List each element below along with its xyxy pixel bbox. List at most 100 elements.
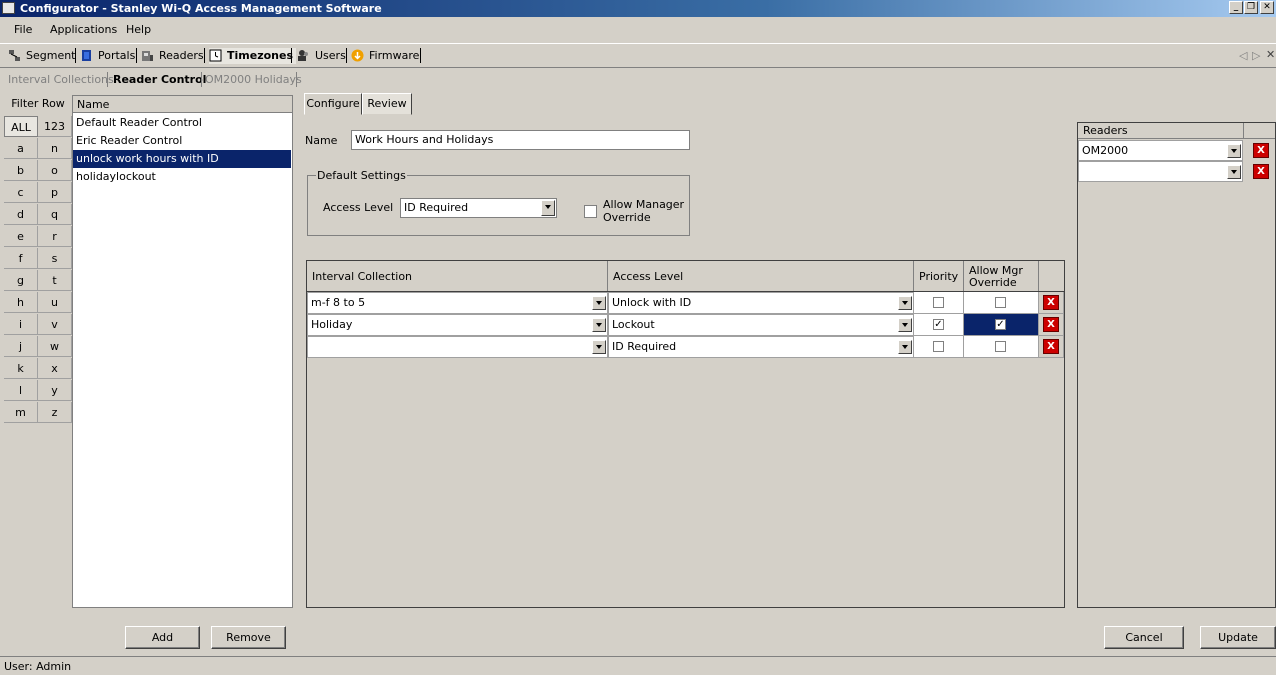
list-item[interactable]: Eric Reader Control (73, 132, 291, 150)
allow-manager-label: Allow Manager (603, 198, 685, 211)
filter-letter-button[interactable]: z (38, 402, 72, 423)
list-item[interactable]: Default Reader Control (73, 114, 291, 132)
toolbar-segment[interactable]: Segment (8, 48, 76, 64)
interval-collection-select[interactable] (307, 336, 608, 358)
scroll-left-icon[interactable]: ◁ (1239, 49, 1247, 62)
filter-letter-button[interactable]: p (38, 182, 72, 203)
filter-letter-button[interactable]: t (38, 270, 72, 291)
toolbar-timezones[interactable]: Timezones (209, 48, 296, 64)
filter-letter-button[interactable]: e (4, 226, 38, 247)
toolbar-portals[interactable]: Portals (80, 48, 135, 64)
allow-mgr-override-checkbox[interactable]: ✓ (995, 319, 1006, 330)
update-button[interactable]: Update (1200, 626, 1276, 649)
filter-letter-button[interactable]: b (4, 160, 38, 181)
filter-letter-button[interactable]: c (4, 182, 38, 203)
header-interval-collection[interactable]: Interval Collection (307, 261, 608, 291)
priority-checkbox[interactable]: ✓ (933, 319, 944, 330)
cancel-button[interactable]: Cancel (1104, 626, 1184, 649)
toolbar-firmware[interactable]: Firmware (351, 48, 419, 64)
filter-letter-button[interactable]: x (38, 358, 72, 379)
dropdown-arrow-icon[interactable] (898, 340, 912, 354)
allow-manager-label: Override (603, 211, 651, 224)
access-level-select[interactable]: Unlock with ID (608, 292, 914, 314)
menu-applications[interactable]: Applications (50, 23, 117, 36)
dropdown-arrow-icon[interactable] (592, 318, 606, 332)
delete-row-icon[interactable]: X (1043, 295, 1059, 310)
interval-collection-select[interactable]: Holiday (307, 314, 608, 336)
dropdown-arrow-icon[interactable] (592, 296, 606, 310)
filter-letter-button[interactable]: h (4, 292, 38, 313)
delete-row-icon[interactable]: X (1043, 317, 1059, 332)
filter-letter-button[interactable]: j (4, 336, 38, 357)
list-item[interactable]: unlock work hours with ID (73, 150, 291, 168)
access-level-select[interactable]: ID Required (608, 336, 914, 358)
filter-all-button[interactable]: ALL (4, 116, 38, 137)
list-item[interactable]: holidaylockout (73, 168, 291, 186)
portal-icon (82, 50, 91, 61)
tab-reader-control[interactable]: Reader Control (113, 73, 206, 86)
filter-letter-button[interactable]: m (4, 402, 38, 423)
app-icon (2, 2, 15, 14)
close-icon[interactable]: ✕ (1260, 1, 1274, 14)
dropdown-arrow-icon[interactable] (541, 200, 555, 216)
tab-configure[interactable]: Configure (304, 93, 362, 115)
delete-reader-icon[interactable]: X (1253, 164, 1269, 179)
filter-letter-button[interactable]: s (38, 248, 72, 269)
header-access-level[interactable]: Access Level (608, 261, 914, 291)
toolbar-users[interactable]: Users (297, 48, 346, 64)
access-level-value: Unlock with ID (612, 296, 692, 309)
reader-select[interactable] (1078, 161, 1243, 182)
filter-letter-button[interactable]: v (38, 314, 72, 335)
menu-help[interactable]: Help (126, 23, 151, 36)
filter-123-button[interactable]: 123 (38, 116, 72, 137)
allow-manager-override-checkbox[interactable] (584, 205, 597, 218)
name-input[interactable]: Work Hours and Holidays (351, 130, 690, 150)
dropdown-arrow-icon[interactable] (1227, 165, 1241, 179)
filter-letter-button[interactable]: y (38, 380, 72, 401)
filter-letter-button[interactable]: g (4, 270, 38, 291)
add-button[interactable]: Add (125, 626, 200, 649)
minimize-icon[interactable]: _ (1229, 1, 1243, 14)
filter-letter-button[interactable]: w (38, 336, 72, 357)
filter-letter-button[interactable]: n (38, 138, 72, 159)
filter-letter-button[interactable]: u (38, 292, 72, 313)
filter-letter-button[interactable]: f (4, 248, 38, 269)
priority-checkbox[interactable] (933, 297, 944, 308)
interval-collection-select[interactable]: m-f 8 to 5 (307, 292, 608, 314)
tab-review[interactable]: Review (362, 93, 412, 115)
close-tab-icon[interactable]: ✕ (1266, 48, 1275, 61)
filter-letter-button[interactable]: i (4, 314, 38, 335)
access-level-select[interactable]: Lockout (608, 314, 914, 336)
allow-mgr-override-checkbox[interactable] (995, 341, 1006, 352)
access-level-select[interactable]: ID Required (400, 198, 557, 218)
allow-mgr-override-checkbox[interactable] (995, 297, 1006, 308)
filter-letter-button[interactable]: r (38, 226, 72, 247)
delete-reader-icon[interactable]: X (1253, 143, 1269, 158)
priority-checkbox[interactable] (933, 341, 944, 352)
restore-icon[interactable]: ❐ (1244, 1, 1258, 14)
delete-row-icon[interactable]: X (1043, 339, 1059, 354)
tab-om2000-holidays[interactable]: OM2000 Holidays (205, 73, 302, 86)
list-name-header[interactable]: Name (73, 96, 292, 113)
dropdown-arrow-icon[interactable] (898, 296, 912, 310)
reader-row: X (1078, 161, 1275, 182)
toolbar-divider (204, 48, 205, 63)
reader-select[interactable]: OM2000 (1078, 140, 1243, 161)
remove-button[interactable]: Remove (211, 626, 286, 649)
filter-letter-button[interactable]: a (4, 138, 38, 159)
header-priority[interactable]: Priority (914, 261, 964, 291)
header-allow-mgr-override[interactable]: Allow Mgr Override (964, 261, 1039, 291)
scroll-right-icon[interactable]: ▷ (1252, 49, 1260, 62)
toolbar-readers[interactable]: Readers (141, 48, 204, 64)
filter-letter-button[interactable]: q (38, 204, 72, 225)
dropdown-arrow-icon[interactable] (1227, 144, 1241, 158)
dropdown-arrow-icon[interactable] (592, 340, 606, 354)
filter-letter-button[interactable]: k (4, 358, 38, 379)
readers-header[interactable]: Readers (1078, 123, 1244, 138)
filter-letter-button[interactable]: l (4, 380, 38, 401)
filter-letter-button[interactable]: d (4, 204, 38, 225)
filter-letter-button[interactable]: o (38, 160, 72, 181)
dropdown-arrow-icon[interactable] (898, 318, 912, 332)
tab-interval-collections[interactable]: Interval Collections (8, 73, 114, 86)
menu-file[interactable]: File (14, 23, 32, 36)
